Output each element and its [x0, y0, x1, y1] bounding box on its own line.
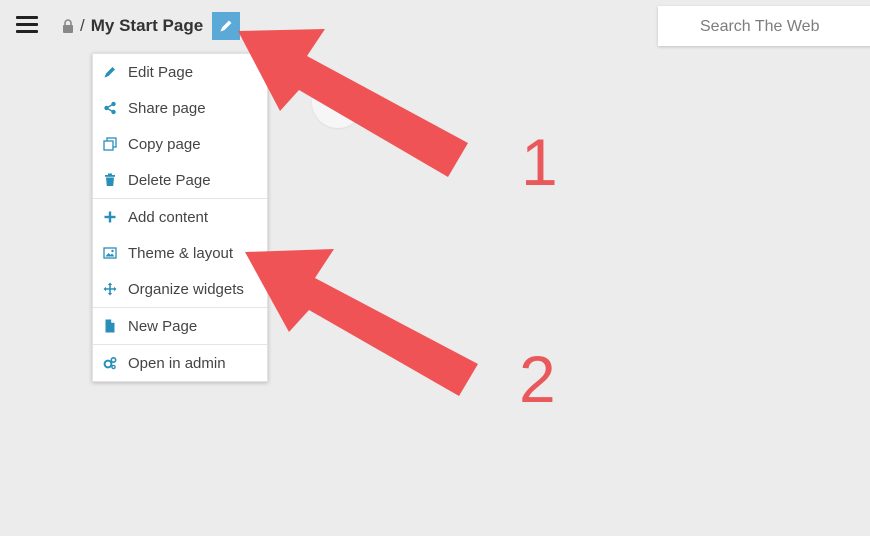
annotation-arrow-1 — [238, 29, 468, 177]
annotation-number-2: 2 — [519, 342, 556, 416]
annotation-arrow-2 — [245, 249, 478, 396]
annotation-number-1: 1 — [521, 125, 558, 199]
annotation-arrows — [238, 29, 478, 396]
